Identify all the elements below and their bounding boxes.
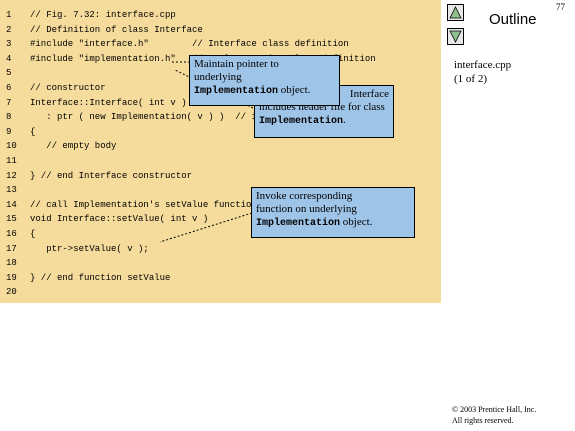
invoke-callout: Invoke corresponding function on underly… <box>251 187 415 238</box>
invoke-callout-tail: object. <box>340 216 373 228</box>
pointer-callout: Maintain pointer to underlying Implement… <box>189 55 340 106</box>
invoke-callout-line1: Invoke corresponding <box>256 190 353 202</box>
pointer-callout-line2: underlying <box>194 71 242 83</box>
copyright-line1: © 2003 Prentice Hall, Inc. <box>452 405 537 414</box>
invoke-callout-line2: function on underlying <box>256 203 357 215</box>
pointer-callout-class: Implementation <box>194 86 279 97</box>
copyright: © 2003 Prentice Hall, Inc. All rights re… <box>452 404 536 426</box>
invoke-arrow <box>159 212 253 243</box>
header-callout-tail: . <box>343 114 346 126</box>
pointer-callout-line1: Maintain pointer to <box>194 58 279 70</box>
invoke-callout-class: Implementation <box>256 218 341 229</box>
header-callout-class: Implementation <box>259 116 344 127</box>
copyright-line2: All rights reserved. <box>452 416 514 425</box>
pointer-callout-tail: object. <box>278 84 311 96</box>
